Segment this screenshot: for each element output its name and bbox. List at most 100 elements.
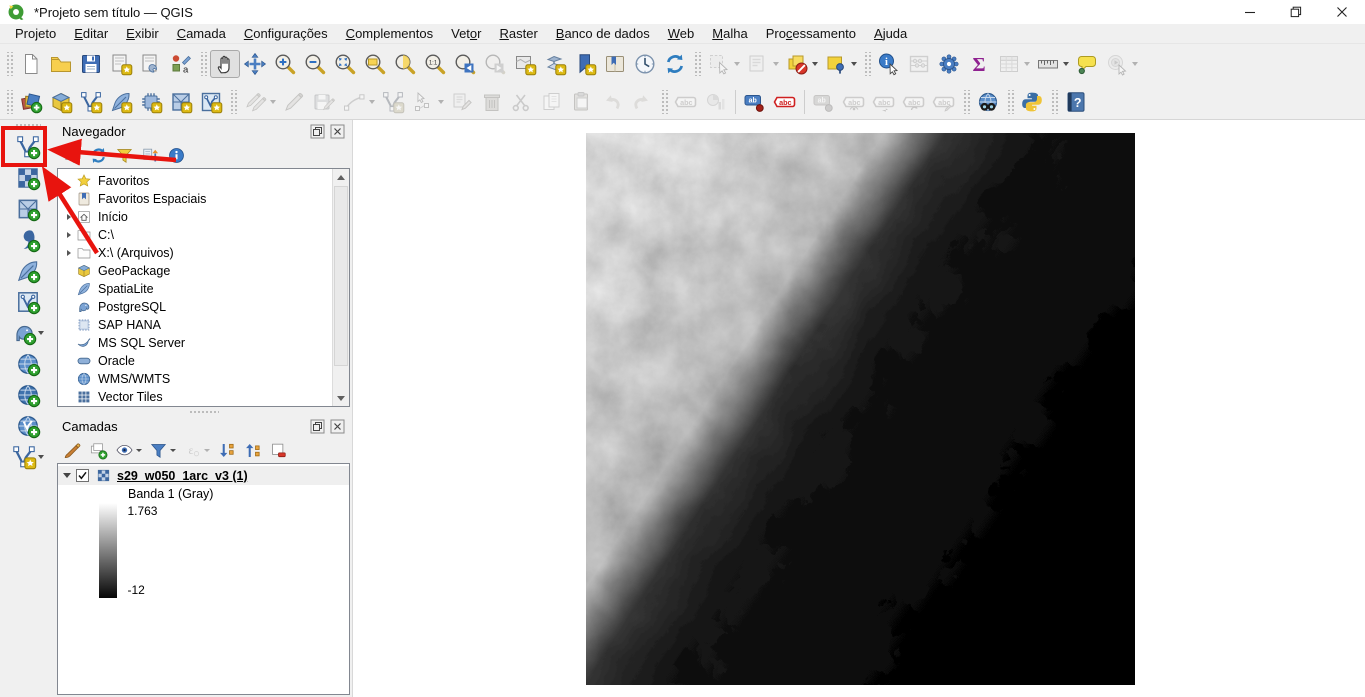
- browser-item-ms-sql-server[interactable]: MS SQL Server: [58, 334, 349, 352]
- minimize-button[interactable]: [1227, 0, 1273, 24]
- open-data-source-manager-button[interactable]: [16, 88, 46, 116]
- new-geopackage-layer-button[interactable]: [46, 88, 76, 116]
- paste-features-button[interactable]: [567, 88, 597, 116]
- deselect-features-all-layers-button[interactable]: [782, 50, 821, 78]
- toolbar-handle[interactable]: [1050, 89, 1058, 114]
- restore-button[interactable]: [1273, 0, 1319, 24]
- collapse-all-layers-button[interactable]: [240, 439, 265, 461]
- menu-vetor[interactable]: Vetor: [442, 25, 490, 43]
- close-panel-button[interactable]: [330, 419, 345, 434]
- expand-all-button[interactable]: [214, 439, 239, 461]
- refresh-browser-button[interactable]: [86, 144, 111, 166]
- expand-arrow-icon[interactable]: [62, 232, 76, 238]
- menu-complementos[interactable]: Complementos: [337, 25, 442, 43]
- show-properties-button[interactable]: [164, 144, 189, 166]
- expand-arrow-icon[interactable]: [62, 214, 76, 220]
- new-temporary-scratch-layer-button[interactable]: [136, 88, 166, 116]
- show-spatial-bookmarks-button[interactable]: [600, 50, 630, 78]
- new-virtual-layer-button[interactable]: [196, 88, 226, 116]
- temporal-controller-button[interactable]: [630, 50, 660, 78]
- filter-by-expression-button[interactable]: ε: [180, 439, 213, 461]
- browser-item-wms-wmts[interactable]: WMS/WMTS: [58, 370, 349, 388]
- menu-configura-es[interactable]: Configurações: [235, 25, 337, 43]
- new-mesh-layer-button[interactable]: [166, 88, 196, 116]
- add-virtual-layer-button[interactable]: [5, 286, 51, 317]
- layer-item[interactable]: s29_w050_1arc_v3 (1): [58, 466, 349, 485]
- modify-attributes-button[interactable]: [447, 88, 477, 116]
- cut-features-button[interactable]: [507, 88, 537, 116]
- add-wfs-layer-button[interactable]: [5, 410, 51, 441]
- copy-features-button[interactable]: [537, 88, 567, 116]
- refresh-map-button[interactable]: [660, 50, 690, 78]
- toolbar-handle[interactable]: [693, 52, 701, 76]
- browser-item-postgresql[interactable]: PostgreSQL: [58, 298, 349, 316]
- open-attribute-table-button[interactable]: [994, 50, 1033, 78]
- add-wms-wmts-layer-button[interactable]: [5, 348, 51, 379]
- identify-features-button[interactable]: i: [874, 50, 904, 78]
- show-layout-manager-button[interactable]: [136, 50, 166, 78]
- python-console-button[interactable]: [1017, 88, 1047, 116]
- toolbar-handle[interactable]: [229, 89, 237, 114]
- zoom-to-selection-button[interactable]: [390, 50, 420, 78]
- metasearch-button[interactable]: [973, 88, 1003, 116]
- new-print-layout-button[interactable]: [106, 50, 136, 78]
- menu-processamento[interactable]: Processamento: [757, 25, 865, 43]
- new-map-view-button[interactable]: [510, 50, 540, 78]
- select-features-button[interactable]: [704, 50, 743, 78]
- zoom-next-button[interactable]: [480, 50, 510, 78]
- digitize-with-segment-button[interactable]: [339, 88, 378, 116]
- run-feature-action-button[interactable]: [1102, 50, 1141, 78]
- add-vector-layer-button[interactable]: [5, 131, 51, 162]
- toolbar-handle[interactable]: [863, 52, 871, 76]
- new-3d-map-view-button[interactable]: [540, 50, 570, 78]
- browser-item-x-arquivos[interactable]: X:\ (Arquivos): [58, 244, 349, 262]
- remove-layer-button[interactable]: [266, 439, 291, 461]
- move-label-button[interactable]: abc: [869, 88, 899, 116]
- show-hide-labels-button[interactable]: abc: [839, 88, 869, 116]
- add-group-button[interactable]: [86, 439, 111, 461]
- field-calculator-button[interactable]: [904, 50, 934, 78]
- rotate-label-button[interactable]: abc: [899, 88, 929, 116]
- save-project-button[interactable]: [76, 50, 106, 78]
- zoom-to-layer-button[interactable]: [360, 50, 390, 78]
- expand-arrow-icon[interactable]: [62, 250, 76, 256]
- add-selected-layers-button[interactable]: [60, 144, 85, 166]
- zoom-out-button[interactable]: [300, 50, 330, 78]
- menu-malha[interactable]: Malha: [703, 25, 756, 43]
- browser-item-vector-tiles[interactable]: Vector Tiles: [58, 388, 349, 406]
- zoom-in-button[interactable]: [270, 50, 300, 78]
- toggle-editing-button[interactable]: [279, 88, 309, 116]
- new-shapefile-layer-button[interactable]: [5, 441, 51, 472]
- add-feature-button[interactable]: [378, 88, 408, 116]
- add-raster-layer-button[interactable]: [5, 162, 51, 193]
- pan-map-button[interactable]: [210, 50, 240, 78]
- add-postgis-layer-button[interactable]: [5, 317, 51, 348]
- help-button[interactable]: ?: [1061, 88, 1091, 116]
- show-unplaced-labels-button[interactable]: abc: [770, 88, 800, 116]
- new-spatialite-layer-button[interactable]: [106, 88, 136, 116]
- filter-browser-button[interactable]: [112, 144, 137, 166]
- float-panel-button[interactable]: [310, 124, 325, 139]
- add-wcs-layer-button[interactable]: [5, 379, 51, 410]
- menu-editar[interactable]: Editar: [65, 25, 117, 43]
- zoom-native-resolution-button[interactable]: 1:1: [420, 50, 450, 78]
- statistical-summary-button[interactable]: Σ: [964, 50, 994, 78]
- undo-button[interactable]: [597, 88, 627, 116]
- save-layer-edits-button[interactable]: [309, 88, 339, 116]
- new-shapefile-layer-button[interactable]: [76, 88, 106, 116]
- close-button[interactable]: [1319, 0, 1365, 24]
- menu-exibir[interactable]: Exibir: [117, 25, 168, 43]
- toolbar-handle[interactable]: [14, 123, 41, 130]
- style-manager-button[interactable]: a: [166, 50, 196, 78]
- add-mesh-layer-button[interactable]: [5, 193, 51, 224]
- float-panel-button[interactable]: [310, 419, 325, 434]
- toolbar-handle[interactable]: [5, 52, 13, 76]
- browser-item-oracle[interactable]: Oracle: [58, 352, 349, 370]
- open-project-button[interactable]: [46, 50, 76, 78]
- vertex-tool-button[interactable]: [408, 88, 447, 116]
- scrollbar[interactable]: [332, 169, 349, 406]
- new-spatial-bookmark-button[interactable]: [570, 50, 600, 78]
- map-tips-button[interactable]: [1072, 50, 1102, 78]
- toolbar-handle[interactable]: [1006, 89, 1014, 114]
- toolbar-handle[interactable]: [962, 89, 970, 114]
